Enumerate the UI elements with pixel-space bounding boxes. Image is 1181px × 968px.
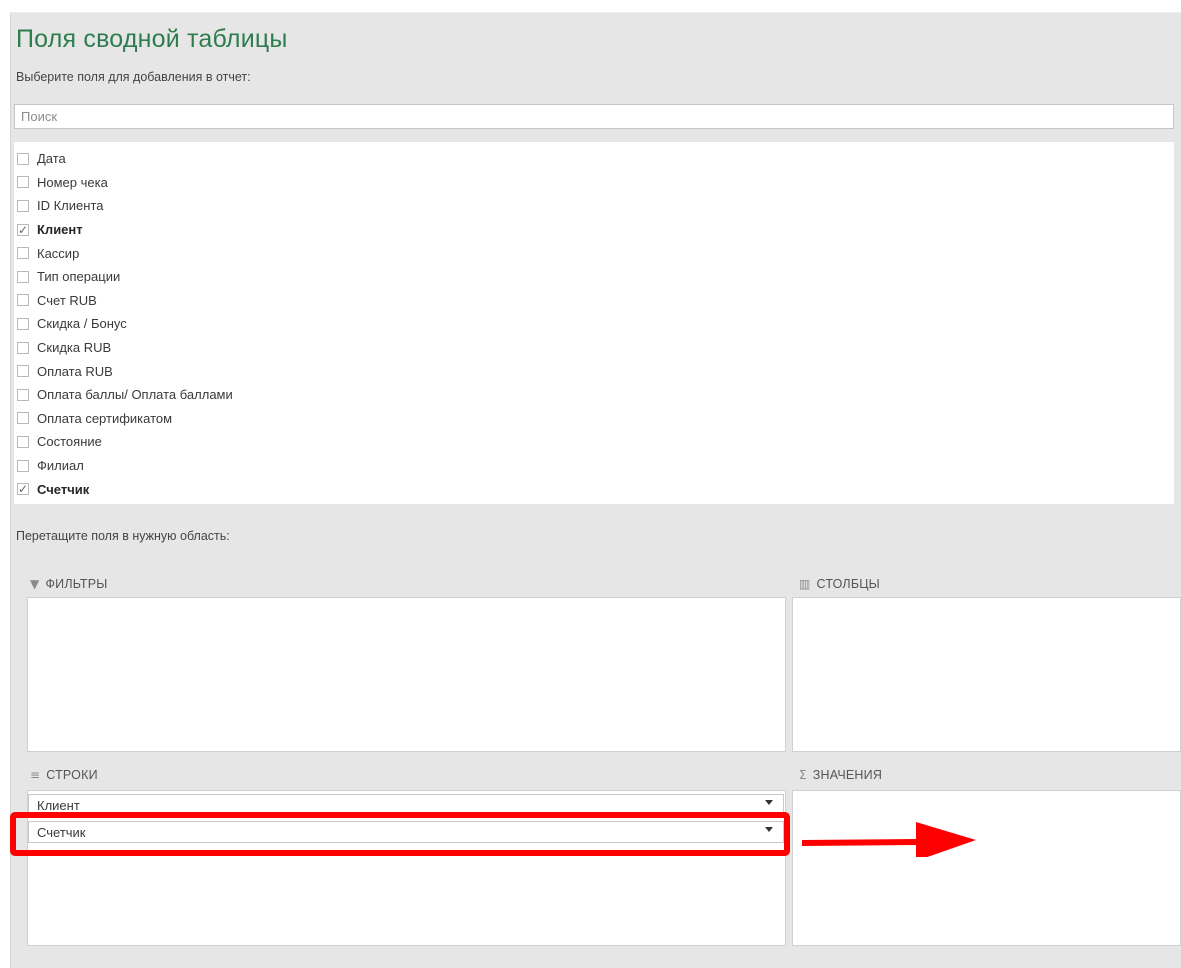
- field-checkbox[interactable]: [17, 435, 29, 448]
- field-checkbox[interactable]: [17, 365, 29, 378]
- columns-area-label: СТОЛБЦЫ: [816, 577, 880, 591]
- columns-drop-area[interactable]: [792, 597, 1181, 752]
- field-label: Кассир: [37, 245, 80, 261]
- field-item[interactable]: ✓ Счетчик: [14, 477, 1174, 501]
- field-label: Состояние: [37, 434, 102, 450]
- field-item[interactable]: ✓ Клиент: [14, 218, 1174, 242]
- field-label: Дата: [37, 151, 66, 167]
- field-checkbox[interactable]: ✓: [17, 223, 29, 236]
- field-label: Скидка RUB: [37, 340, 112, 356]
- field-checkbox[interactable]: [17, 459, 29, 472]
- field-checkbox[interactable]: [17, 270, 29, 283]
- field-item[interactable]: Оплата RUB: [14, 359, 1174, 383]
- field-item[interactable]: Филиал: [14, 454, 1174, 478]
- field-label: Счетчик: [37, 481, 90, 497]
- rows-area-label: СТРОКИ: [46, 768, 98, 782]
- field-item[interactable]: Оплата баллы/ Оплата баллами: [14, 383, 1174, 407]
- field-list: Дата Номер чека ID Клиента ✓ Клиент Кассир Тип…: [14, 142, 1174, 504]
- field-item[interactable]: ID Клиента: [14, 194, 1174, 218]
- rows-field-label: Клиент: [37, 798, 80, 813]
- panel-title: Поля сводной таблицы: [16, 25, 288, 53]
- field-label: Счет RUB: [37, 292, 97, 308]
- search-input[interactable]: [14, 104, 1174, 129]
- rows-area-header: ≡ СТРОКИ: [30, 768, 98, 782]
- drag-hint: Перетащите поля в нужную область:: [16, 529, 230, 543]
- red-arrow-annotation: [802, 822, 976, 857]
- field-checkbox[interactable]: [17, 199, 29, 212]
- rows-icon: ≡: [30, 768, 41, 782]
- columns-area-header: ▥ СТОЛБЦЫ: [799, 577, 880, 591]
- field-label: Скидка / Бонус: [37, 316, 127, 332]
- field-label: Оплата сертификатом: [37, 410, 173, 426]
- field-checkbox[interactable]: [17, 412, 29, 425]
- field-item[interactable]: Кассир: [14, 241, 1174, 265]
- columns-icon: ▥: [799, 577, 811, 591]
- field-checkbox[interactable]: [17, 176, 29, 189]
- dropdown-arrow-icon[interactable]: [765, 800, 773, 805]
- field-checkbox[interactable]: ✓: [17, 483, 29, 496]
- field-item[interactable]: Скидка / Бонус: [14, 312, 1174, 336]
- field-checkbox[interactable]: [17, 317, 29, 330]
- filters-area-label: ФИЛЬТРЫ: [45, 577, 108, 591]
- filters-area-header: ▼ ФИЛЬТРЫ: [30, 577, 108, 591]
- field-item[interactable]: Состояние: [14, 430, 1174, 454]
- field-item[interactable]: Счет RUB: [14, 289, 1174, 313]
- highlight-box: [10, 812, 790, 856]
- field-checkbox[interactable]: [17, 152, 29, 165]
- field-label: Оплата RUB: [37, 363, 113, 379]
- field-label: Номер чека: [37, 174, 108, 190]
- field-label: Оплата баллы/ Оплата баллами: [37, 387, 233, 403]
- values-area-header: Σ ЗНАЧЕНИЯ: [799, 768, 882, 782]
- values-drop-area[interactable]: [792, 790, 1181, 946]
- field-checkbox[interactable]: [17, 341, 29, 354]
- field-checkbox[interactable]: [17, 247, 29, 260]
- filters-drop-area[interactable]: [27, 597, 786, 752]
- field-label: Филиал: [37, 458, 84, 474]
- field-item[interactable]: Оплата сертификатом: [14, 407, 1174, 431]
- field-label: ID Клиента: [37, 198, 104, 214]
- field-item[interactable]: Скидка RUB: [14, 336, 1174, 360]
- field-checkbox[interactable]: [17, 294, 29, 307]
- panel-subtitle: Выберите поля для добавления в отчет:: [16, 70, 251, 84]
- field-item[interactable]: Номер чека: [14, 171, 1174, 195]
- field-label: Клиент: [37, 222, 83, 238]
- filter-icon: ▼: [30, 577, 40, 591]
- field-item[interactable]: Дата: [14, 147, 1174, 171]
- values-area-label: ЗНАЧЕНИЯ: [812, 768, 883, 782]
- field-checkbox[interactable]: [17, 388, 29, 401]
- sigma-icon: Σ: [799, 768, 807, 782]
- field-label: Тип операции: [37, 269, 121, 285]
- field-item[interactable]: Тип операции: [14, 265, 1174, 289]
